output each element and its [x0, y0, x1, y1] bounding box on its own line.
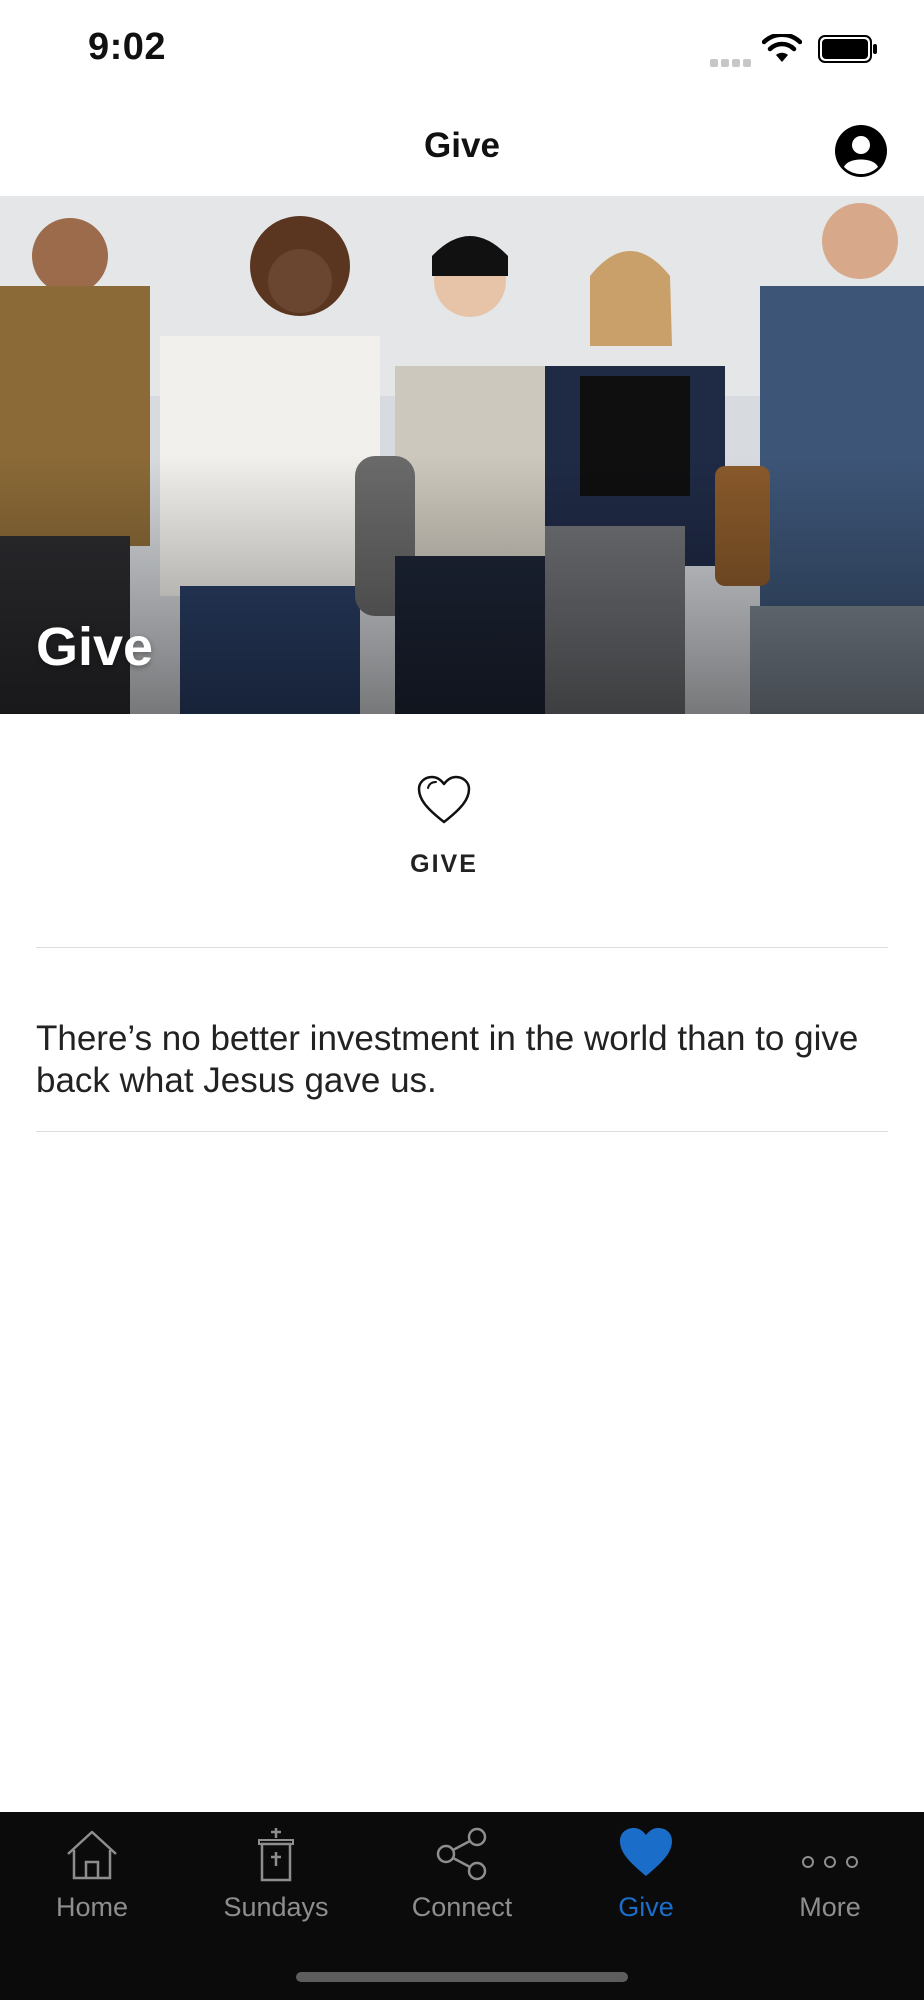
heart-icon: [620, 1828, 672, 1876]
divider: [36, 1131, 888, 1132]
tab-label: Connect: [411, 1892, 513, 1922]
tab-label: Home: [55, 1892, 129, 1922]
tab-home[interactable]: Home: [0, 1812, 184, 1942]
cellular-signal-icon: [710, 54, 754, 72]
divider: [36, 947, 888, 948]
status-time: 9:02: [88, 26, 167, 68]
share-icon: [436, 1827, 487, 1881]
tab-give[interactable]: Give: [554, 1812, 738, 1942]
give-description: There’s no better investment in the worl…: [36, 1019, 859, 1100]
tab-connect[interactable]: Connect: [370, 1812, 554, 1942]
tab-sundays[interactable]: Sundays: [184, 1812, 368, 1942]
navigation-bar: Give: [0, 100, 924, 196]
home-indicator[interactable]: [296, 1972, 628, 1982]
more-icon: [802, 1856, 858, 1868]
give-button-label[interactable]: GIVE: [0, 850, 888, 879]
tab-label: Sundays: [223, 1892, 329, 1922]
status-bar: 9:02: [0, 0, 924, 100]
wifi-icon: [762, 34, 802, 62]
heart-outline-icon[interactable]: [416, 774, 472, 826]
tab-label: More: [799, 1892, 861, 1922]
tab-more[interactable]: More: [738, 1812, 922, 1942]
tab-label: Give: [618, 1892, 674, 1922]
home-icon: [67, 1830, 117, 1880]
battery-icon: [818, 35, 877, 63]
church-icon: [258, 1828, 294, 1882]
hero-banner: Give: [0, 196, 924, 714]
page-title: Give: [424, 126, 500, 165]
profile-icon[interactable]: [834, 124, 888, 178]
hero-title: Give: [36, 617, 154, 677]
